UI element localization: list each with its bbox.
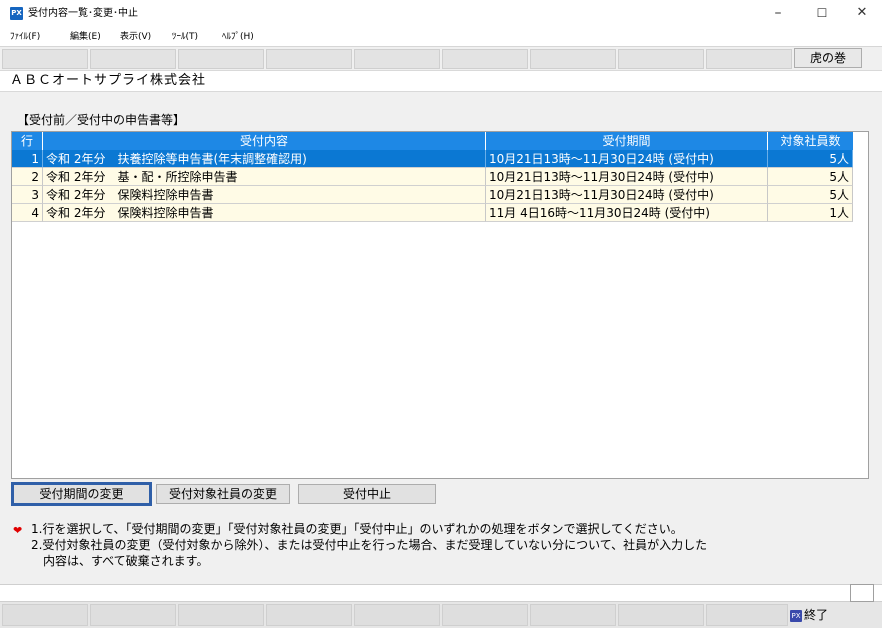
toolbar-slot — [90, 49, 176, 69]
toolbar-slot — [442, 49, 528, 69]
menu-file[interactable]: ﾌｧｲﾙ(F) — [10, 30, 40, 44]
change-period-button[interactable]: 受付期間の変更 — [11, 482, 152, 506]
status-slot — [178, 604, 264, 626]
cell-employee-count: 5人 — [768, 168, 853, 186]
cell-content: 令和 2年分 扶養控除等申告書(年末調整確認用) — [43, 150, 486, 168]
cell-employee-count: 5人 — [768, 150, 853, 168]
change-employees-button[interactable]: 受付対象社員の変更 — [156, 484, 290, 504]
cell-content: 令和 2年分 基・配・所控除申告書 — [43, 168, 486, 186]
minimize-button[interactable]: – — [762, 0, 794, 28]
maximize-button[interactable]: ☐ — [806, 0, 838, 28]
toolbar-slot — [706, 49, 792, 69]
status-slot — [618, 604, 704, 626]
toolbar-slot — [618, 49, 704, 69]
status-slot — [706, 604, 788, 626]
status-slot — [530, 604, 616, 626]
table-row[interactable]: 2 令和 2年分 基・配・所控除申告書 10月21日13時～11月30日24時 … — [12, 168, 853, 186]
toolbar-slot — [178, 49, 264, 69]
status-bar — [0, 602, 882, 628]
close-button[interactable]: ✕ — [846, 0, 878, 28]
toolbar — [0, 46, 882, 70]
input-box[interactable] — [850, 584, 874, 602]
menu-help[interactable]: ﾍﾙﾌﾟ(H) — [222, 30, 254, 44]
exit-icon: PX — [790, 609, 802, 622]
cell-content: 令和 2年分 保険料控除申告書 — [43, 186, 486, 204]
cell-period: 11月 4日16時～11月30日24時 (受付中) — [486, 204, 768, 222]
heart-icon: ❤ — [13, 524, 23, 537]
exit-button[interactable]: PX 終了 — [790, 604, 846, 626]
toolbar-slot — [266, 49, 352, 69]
table-row[interactable]: 1 令和 2年分 扶養控除等申告書(年末調整確認用) 10月21日13時～11月… — [12, 150, 853, 168]
status-slot — [354, 604, 440, 626]
menu-view[interactable]: 表示(V) — [120, 30, 151, 44]
cell-period: 10月21日13時～11月30日24時 (受付中) — [486, 186, 768, 204]
toolbar-slot — [354, 49, 440, 69]
cell-row-no: 4 — [12, 204, 43, 222]
column-header-row-no: 行 — [12, 132, 43, 150]
cell-employee-count: 5人 — [768, 186, 853, 204]
section-title: 【受付前／受付中の申告書等】 — [17, 113, 186, 127]
column-header-period: 受付期間 — [486, 132, 768, 150]
menu-tools[interactable]: ﾂｰﾙ(T) — [172, 30, 198, 44]
toolbar-slot — [530, 49, 616, 69]
company-name: ＡＢＣオートサプライ株式会社 — [10, 73, 207, 88]
tora-no-maki-button[interactable]: 虎の巻 — [794, 48, 862, 68]
status-slot — [90, 604, 176, 626]
reception-list: 行 受付内容 受付期間 対象社員数 1 令和 2年分 扶養控除等申告書(年末調整… — [11, 131, 869, 479]
app-icon: PX — [10, 7, 23, 20]
cell-period: 10月21日13時～11月30日24時 (受付中) — [486, 150, 768, 168]
column-header-content: 受付内容 — [43, 132, 486, 150]
table-row[interactable]: 4 令和 2年分 保険料控除申告書 11月 4日16時～11月30日24時 (受… — [12, 204, 853, 222]
cell-row-no: 3 — [12, 186, 43, 204]
menu-bar: ﾌｧｲﾙ(F) 編集(E) 表示(V) ﾂｰﾙ(T) ﾍﾙﾌﾟ(H) — [0, 28, 882, 46]
status-slot — [2, 604, 88, 626]
cell-row-no: 2 — [12, 168, 43, 186]
note-line-2: 2.受付対象社員の変更（受付対象から除外）、または受付中止を行った場合、まだ受理… — [31, 538, 708, 552]
note-line-3: 内容は、すべて破棄されます。 — [43, 554, 209, 568]
table-row[interactable]: 3 令和 2年分 保険料控除申告書 10月21日13時～11月30日24時 (受… — [12, 186, 853, 204]
status-slot — [266, 604, 352, 626]
cell-row-no: 1 — [12, 150, 43, 168]
stop-reception-button[interactable]: 受付中止 — [298, 484, 436, 504]
exit-label: 終了 — [804, 608, 829, 622]
cell-period: 10月21日13時～11月30日24時 (受付中) — [486, 168, 768, 186]
status-slot — [442, 604, 528, 626]
menu-edit[interactable]: 編集(E) — [70, 30, 101, 44]
cell-content: 令和 2年分 保険料控除申告書 — [43, 204, 486, 222]
toolbar-slot — [2, 49, 88, 69]
cell-employee-count: 1人 — [768, 204, 853, 222]
note-line-1: 1.行を選択して、「受付期間の変更」「受付対象社員の変更」「受付中止」のいずれか… — [31, 522, 683, 536]
window-title: 受付内容一覧･変更･中止 — [28, 8, 138, 19]
column-header-employee-count: 対象社員数 — [768, 132, 853, 150]
command-input[interactable] — [0, 584, 882, 602]
